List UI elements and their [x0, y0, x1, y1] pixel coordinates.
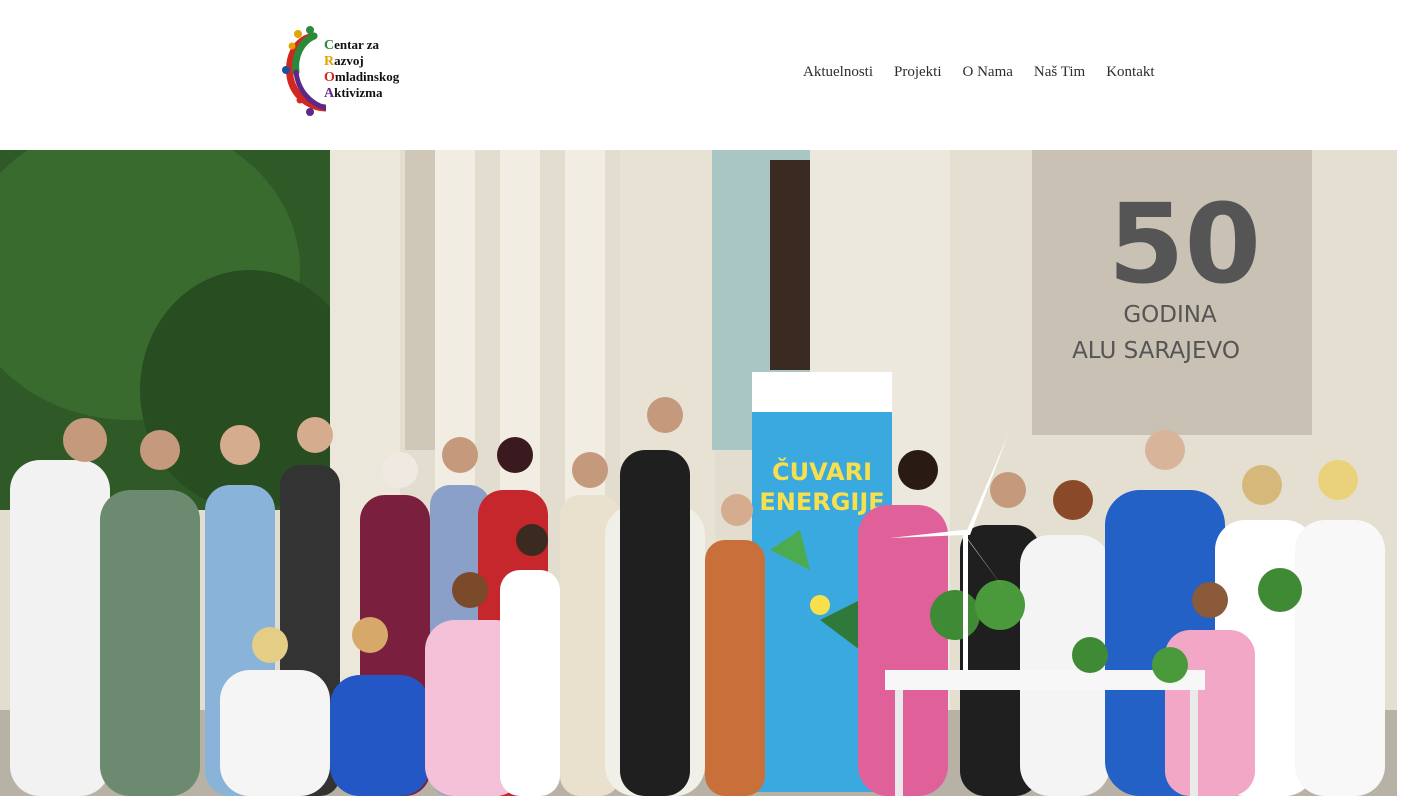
nav-item-nas-tim[interactable]: Naš Tim — [1034, 64, 1085, 81]
person — [620, 450, 690, 796]
person-head — [898, 450, 938, 490]
sign-plate-small — [405, 150, 440, 450]
person-head — [442, 437, 478, 473]
person-head — [1242, 465, 1282, 505]
logo-word: entar za — [334, 37, 380, 52]
person — [500, 570, 560, 796]
person-head — [1053, 480, 1093, 520]
wall-sign-line2: ALU SARAJEVO — [1072, 338, 1240, 364]
logo-word: ktivizma — [334, 85, 383, 100]
person-head — [220, 425, 260, 465]
nav-item-projekti[interactable]: Projekti — [894, 64, 942, 81]
logo-letter: R — [324, 54, 335, 69]
person — [1295, 520, 1385, 796]
person — [705, 540, 765, 796]
person-head — [1318, 460, 1358, 500]
logo-letter: O — [324, 70, 335, 85]
person-head — [990, 472, 1026, 508]
table-leg — [1190, 690, 1198, 796]
person — [10, 460, 110, 796]
door-panel — [770, 160, 810, 370]
person-head — [352, 617, 388, 653]
person-head — [516, 524, 548, 556]
banner-title-line2: ENERGIJE — [759, 488, 884, 516]
plant — [1152, 647, 1188, 683]
person-head — [647, 397, 683, 433]
person-head — [382, 452, 418, 488]
logo-letter: A — [324, 86, 335, 101]
site-logo[interactable]: Centar za Razvoj Omladinskog Aktivizma — [280, 24, 410, 119]
banner-sun-graphic — [810, 595, 830, 615]
person-head — [140, 430, 180, 470]
plant — [930, 590, 980, 640]
person-head — [63, 418, 107, 462]
nav-item-aktuelnosti[interactable]: Aktuelnosti — [803, 64, 873, 81]
person-head — [452, 572, 488, 608]
logo-word: azvoj — [334, 53, 364, 68]
wall-sign-line1: GODINA — [1123, 302, 1217, 328]
banner-title-line1: ČUVARI — [772, 456, 872, 486]
person-head — [1145, 430, 1185, 470]
main-nav: Aktuelnosti Projekti O Nama Naš Tim Kont… — [803, 64, 1155, 81]
person — [330, 675, 430, 796]
logo-word: mladinskog — [334, 69, 400, 84]
plant — [975, 580, 1025, 630]
nav-item-o-nama[interactable]: O Nama — [963, 64, 1013, 81]
hero-photo-illustration: 50 GODINA ALU SARAJEVO ČUVARI ENERGIJE — [0, 150, 1397, 796]
person — [220, 670, 330, 796]
plant — [1072, 637, 1108, 673]
person-head — [497, 437, 533, 473]
logo-letter: C — [324, 38, 335, 53]
plant — [1258, 568, 1302, 612]
person-head — [297, 417, 333, 453]
person-head — [1192, 582, 1228, 618]
nav-item-kontakt[interactable]: Kontakt — [1106, 64, 1154, 81]
site-header: Centar za Razvoj Omladinskog Aktivizma A… — [0, 0, 1403, 150]
person-head — [252, 627, 288, 663]
logo-wordmark: Centar za Razvoj Omladinskog Aktivizma — [324, 37, 399, 101]
turbine-pole — [963, 530, 968, 670]
person — [100, 490, 200, 796]
banner-header-strip — [752, 372, 892, 412]
wall-sign-number: 50 — [1108, 180, 1261, 308]
logo-mark-icon — [282, 26, 326, 116]
person-head — [721, 494, 753, 526]
person-head — [572, 452, 608, 488]
hero-photo: 50 GODINA ALU SARAJEVO ČUVARI ENERGIJE — [0, 150, 1397, 796]
table-leg — [895, 690, 903, 796]
